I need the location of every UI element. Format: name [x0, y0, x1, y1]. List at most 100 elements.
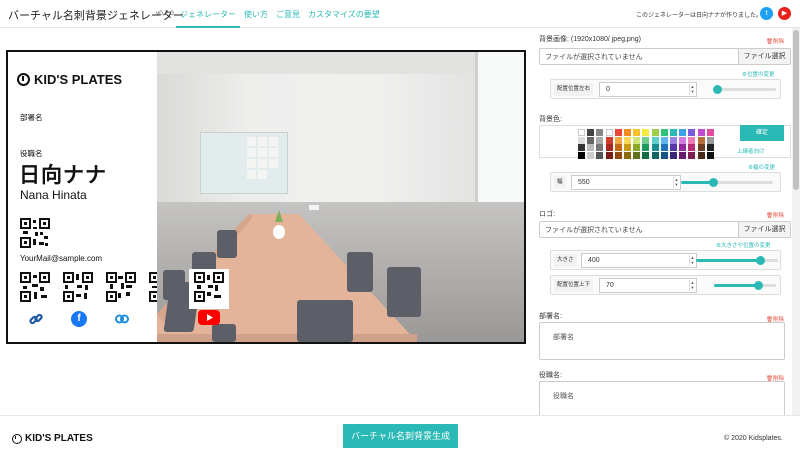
logo-vertical-input[interactable]: 70 ▲ ▼	[599, 278, 697, 293]
color-swatch[interactable]	[651, 144, 659, 151]
color-swatch[interactable]	[688, 136, 696, 144]
width-input[interactable]: 550 ▲ ▼	[571, 175, 681, 190]
color-swatch[interactable]	[651, 151, 659, 159]
logo-size-position-link[interactable]: ⚙大きさや位置の変更	[716, 241, 770, 249]
tab-feedback[interactable]: ご意見	[272, 0, 304, 28]
color-swatch[interactable]	[660, 144, 668, 151]
color-swatch[interactable]	[587, 144, 595, 151]
position-change-link[interactable]: ⚙位置の変更	[742, 70, 774, 78]
background-image-file[interactable]: ファイルが選択されていません ファイル選択	[539, 48, 791, 65]
color-swatch[interactable]	[605, 136, 613, 144]
color-swatch[interactable]	[670, 144, 677, 151]
color-swatch[interactable]	[642, 151, 650, 159]
color-swatch[interactable]	[697, 136, 705, 144]
card-logo-text: KID'S PLATES	[34, 72, 123, 87]
color-swatch[interactable]	[596, 136, 604, 144]
color-swatch[interactable]	[624, 129, 631, 136]
horizontal-offset-slider[interactable]	[713, 85, 776, 94]
color-swatch[interactable]	[697, 129, 705, 136]
file-status: ファイルが選択されていません	[545, 54, 643, 61]
role-textarea[interactable]: 役職名	[539, 381, 785, 415]
slider-knob[interactable]	[756, 256, 765, 265]
color-swatch[interactable]	[688, 129, 696, 136]
department-textarea[interactable]: 部署名	[539, 322, 785, 360]
youtube-icon[interactable]: ▶	[778, 7, 791, 20]
color-swatch[interactable]	[706, 136, 714, 144]
slider-knob[interactable]	[709, 178, 718, 187]
tab-how-to-use[interactable]: 使い方	[240, 0, 272, 28]
color-swatch[interactable]	[578, 129, 585, 136]
tab-generator[interactable]: ジェネレーター	[176, 0, 240, 28]
color-swatch[interactable]	[660, 129, 668, 136]
spinner-icon[interactable]: ▲ ▼	[673, 177, 679, 188]
logo-file[interactable]: ファイルが選択されていません ファイル選択	[539, 221, 791, 238]
color-swatch[interactable]	[596, 151, 604, 159]
color-swatch[interactable]	[670, 129, 677, 136]
background-image-delete[interactable]: 🗑削除	[766, 37, 784, 45]
color-swatch[interactable]	[706, 151, 714, 159]
color-swatch[interactable]	[587, 136, 595, 144]
logo-vertical-slider[interactable]	[714, 281, 776, 290]
color-swatch[interactable]	[651, 129, 659, 136]
twitter-icon[interactable]: t	[760, 7, 773, 20]
horizontal-offset-input[interactable]: 0 ▲ ▼	[599, 82, 697, 97]
color-swatch[interactable]	[642, 144, 650, 151]
color-swatch[interactable]	[697, 144, 705, 151]
color-swatch[interactable]	[642, 129, 650, 136]
color-swatch[interactable]	[614, 144, 622, 151]
color-swatch[interactable]	[624, 151, 631, 159]
color-swatch[interactable]	[624, 144, 631, 151]
color-swatch[interactable]	[688, 151, 696, 159]
color-swatch[interactable]	[633, 151, 641, 159]
spinner-icon[interactable]: ▲ ▼	[689, 84, 695, 95]
panel-scrollbar-thumb[interactable]	[793, 30, 799, 190]
color-swatch[interactable]	[587, 151, 595, 159]
color-swatch[interactable]	[679, 136, 687, 144]
color-swatch[interactable]	[605, 129, 613, 136]
color-swatch[interactable]	[596, 129, 604, 136]
color-swatch[interactable]	[605, 144, 613, 151]
spinner-icon[interactable]: ▲ ▼	[689, 255, 695, 266]
logo-vertical-control: 配置位置上下 70 ▲ ▼	[550, 275, 781, 295]
color-swatch[interactable]	[596, 144, 604, 151]
color-swatch[interactable]	[670, 151, 677, 159]
color-swatch[interactable]	[605, 151, 613, 159]
tab-customize-request[interactable]: カスタマイズの要望	[304, 0, 384, 28]
color-swatch[interactable]	[706, 129, 714, 136]
spinner-icon[interactable]: ▲ ▼	[689, 280, 695, 291]
color-swatch[interactable]	[614, 151, 622, 159]
color-swatch[interactable]	[587, 129, 595, 136]
color-swatch[interactable]	[660, 151, 668, 159]
logo-size-input[interactable]: 400 ▲ ▼	[581, 253, 697, 268]
color-swatch[interactable]	[679, 144, 687, 151]
color-swatch[interactable]	[688, 144, 696, 151]
color-swatch[interactable]	[679, 129, 687, 136]
slider-knob[interactable]	[713, 85, 722, 94]
color-swatch[interactable]	[633, 144, 641, 151]
color-swatch[interactable]	[697, 151, 705, 159]
logo-size-slider[interactable]	[696, 256, 778, 265]
color-advanced-link[interactable]: 上線者向け	[737, 147, 765, 155]
file-select-button[interactable]: ファイル選択	[738, 222, 790, 237]
slider-knob[interactable]	[754, 281, 763, 290]
color-swatch[interactable]	[578, 136, 585, 144]
color-swatch[interactable]	[614, 136, 622, 144]
color-swatch[interactable]	[706, 144, 714, 151]
color-swatch[interactable]	[633, 129, 641, 136]
color-swatch[interactable]	[624, 136, 631, 144]
file-select-button[interactable]: ファイル選択	[738, 49, 790, 64]
color-swatch[interactable]	[578, 151, 585, 159]
color-swatch[interactable]	[660, 136, 668, 144]
generate-button[interactable]: バーチャル名刺背景生成	[343, 424, 458, 448]
color-swatch[interactable]	[578, 144, 585, 151]
color-confirm-button[interactable]: 確定	[740, 125, 784, 141]
color-swatch[interactable]	[633, 136, 641, 144]
color-swatch[interactable]	[670, 136, 677, 144]
color-swatch[interactable]	[679, 151, 687, 159]
color-swatch[interactable]	[614, 129, 622, 136]
color-swatch[interactable]	[642, 136, 650, 144]
width-change-link[interactable]: ⚙幅の変更	[748, 163, 775, 171]
logo-delete[interactable]: 🗑削除	[766, 211, 784, 219]
width-slider[interactable]	[681, 178, 773, 187]
color-swatch[interactable]	[651, 136, 659, 144]
